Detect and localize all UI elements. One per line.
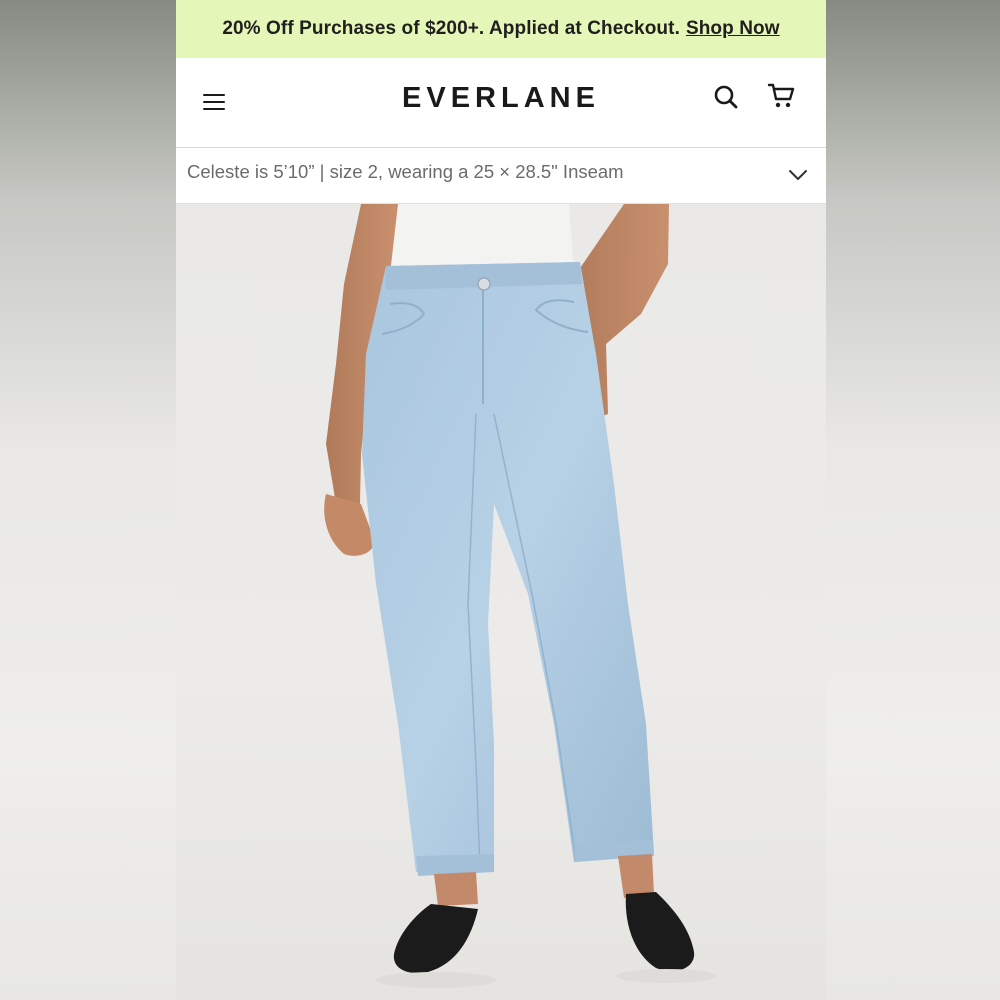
promo-banner: 20% Off Purchases of $200+. Applied at C… (176, 0, 826, 58)
model-size-text: Celeste is 5’10” | size 2, wearing a 25 … (187, 161, 624, 182)
right-blurred-backdrop (826, 0, 1000, 1000)
mobile-screen: 20% Off Purchases of $200+. Applied at C… (176, 0, 826, 1000)
model-size-dropdown[interactable]: Celeste is 5’10” | size 2, wearing a 25 … (176, 148, 826, 204)
shop-now-link[interactable]: Shop Now (686, 18, 780, 40)
left-blurred-backdrop (0, 0, 176, 1000)
cart-icon[interactable] (767, 82, 797, 110)
chevron-down-icon[interactable] (788, 168, 808, 182)
promo-text: 20% Off Purchases of $200+. Applied at C… (222, 18, 680, 39)
search-icon[interactable] (713, 84, 739, 110)
product-photo[interactable] (176, 204, 826, 1000)
site-header: EVERLANE (176, 58, 826, 148)
